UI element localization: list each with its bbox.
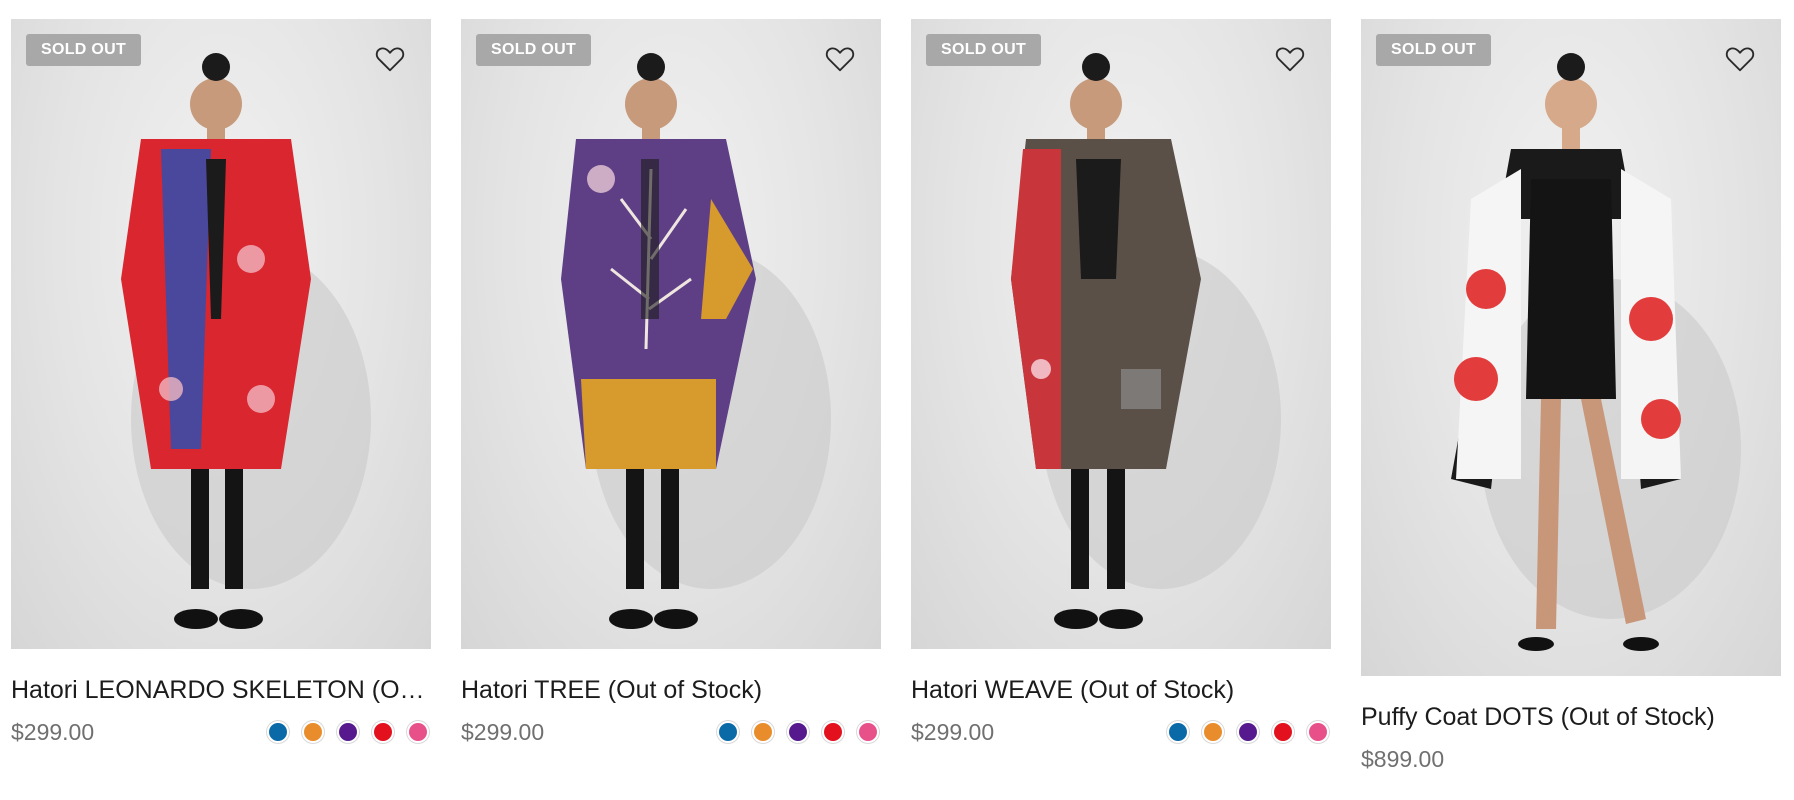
- heart-outline-icon[interactable]: [1275, 45, 1305, 73]
- model-photo: [1451, 53, 1741, 651]
- product-image[interactable]: SOLD OUT: [11, 19, 431, 649]
- color-swatch-pink[interactable]: [1309, 723, 1327, 741]
- heart-outline-icon[interactable]: [1725, 45, 1755, 73]
- sold-out-badge: SOLD OUT: [476, 34, 592, 66]
- color-swatch-orange[interactable]: [304, 723, 322, 741]
- color-swatches: [1169, 723, 1327, 741]
- product-card[interactable]: SOLD OUT Hatori TREE (Out of Stock) $299…: [461, 19, 881, 747]
- color-swatches: [269, 723, 427, 741]
- product-title[interactable]: Hatori WEAVE (Out of Stock): [911, 675, 1331, 705]
- product-title[interactable]: Puffy Coat DOTS (Out of Stock): [1361, 702, 1781, 732]
- color-swatch-blue[interactable]: [719, 723, 737, 741]
- color-swatch-red[interactable]: [374, 723, 392, 741]
- color-swatch-purple[interactable]: [339, 723, 357, 741]
- heart-outline-icon[interactable]: [375, 45, 405, 73]
- product-price: $299.00: [911, 719, 995, 745]
- product-title[interactable]: Hatori LEONARDO SKELETON (Out of Stock): [11, 675, 431, 705]
- product-price: $899.00: [1361, 746, 1445, 772]
- product-image[interactable]: SOLD OUT: [461, 19, 881, 649]
- color-swatches: [719, 723, 877, 741]
- model-photo: [1011, 53, 1281, 629]
- color-swatch-red[interactable]: [824, 723, 842, 741]
- color-swatch-orange[interactable]: [754, 723, 772, 741]
- color-swatch-red[interactable]: [1274, 723, 1292, 741]
- color-swatch-pink[interactable]: [859, 723, 877, 741]
- product-card[interactable]: SOLD OUT Hatori WEAVE (Out of Stock) $29…: [911, 19, 1331, 747]
- model-photo: [561, 53, 831, 629]
- color-swatch-orange[interactable]: [1204, 723, 1222, 741]
- product-price: $299.00: [461, 719, 545, 745]
- product-image[interactable]: SOLD OUT: [1361, 19, 1781, 676]
- sold-out-badge: SOLD OUT: [26, 34, 142, 66]
- color-swatch-purple[interactable]: [1239, 723, 1257, 741]
- product-title[interactable]: Hatori TREE (Out of Stock): [461, 675, 881, 705]
- color-swatch-pink[interactable]: [409, 723, 427, 741]
- sold-out-badge: SOLD OUT: [926, 34, 1042, 66]
- product-price: $299.00: [11, 719, 95, 745]
- color-swatch-blue[interactable]: [1169, 723, 1187, 741]
- model-photo: [121, 53, 371, 629]
- color-swatch-blue[interactable]: [269, 723, 287, 741]
- color-swatch-purple[interactable]: [789, 723, 807, 741]
- product-image[interactable]: SOLD OUT: [911, 19, 1331, 649]
- sold-out-badge: SOLD OUT: [1376, 34, 1492, 66]
- heart-outline-icon[interactable]: [825, 45, 855, 73]
- product-card[interactable]: SOLD OUT Puffy Coat DOTS (Out of Stock) …: [1361, 19, 1781, 774]
- product-card[interactable]: SOLD OUT Hatori LEONARDO SKELETON (Out o…: [11, 19, 431, 747]
